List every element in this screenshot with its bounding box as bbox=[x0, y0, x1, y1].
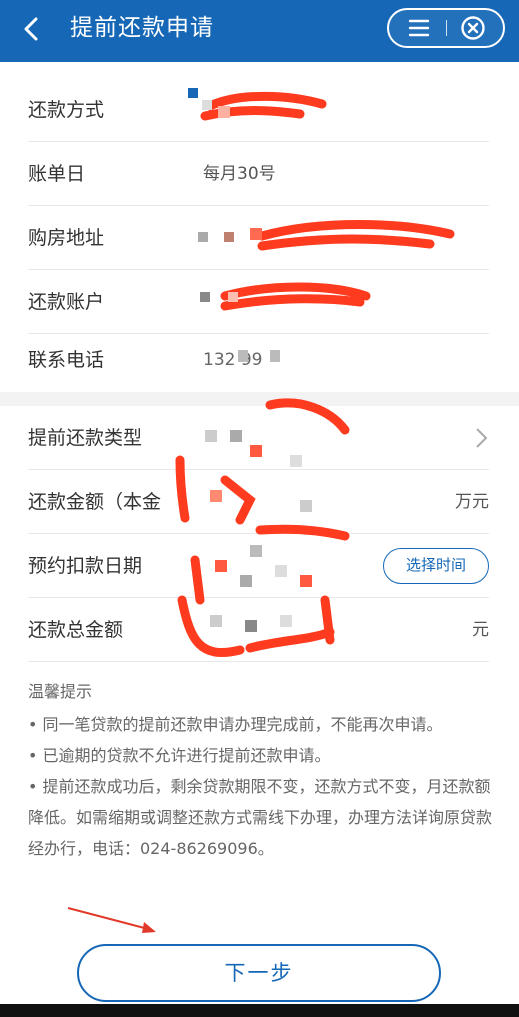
pixelation-blocks bbox=[188, 88, 312, 632]
annotation-arrow bbox=[67, 907, 156, 933]
next-step-button[interactable]: 下一步 bbox=[77, 944, 441, 1002]
redaction-overlay bbox=[175, 88, 455, 658]
bottom-bar bbox=[0, 1004, 519, 1017]
